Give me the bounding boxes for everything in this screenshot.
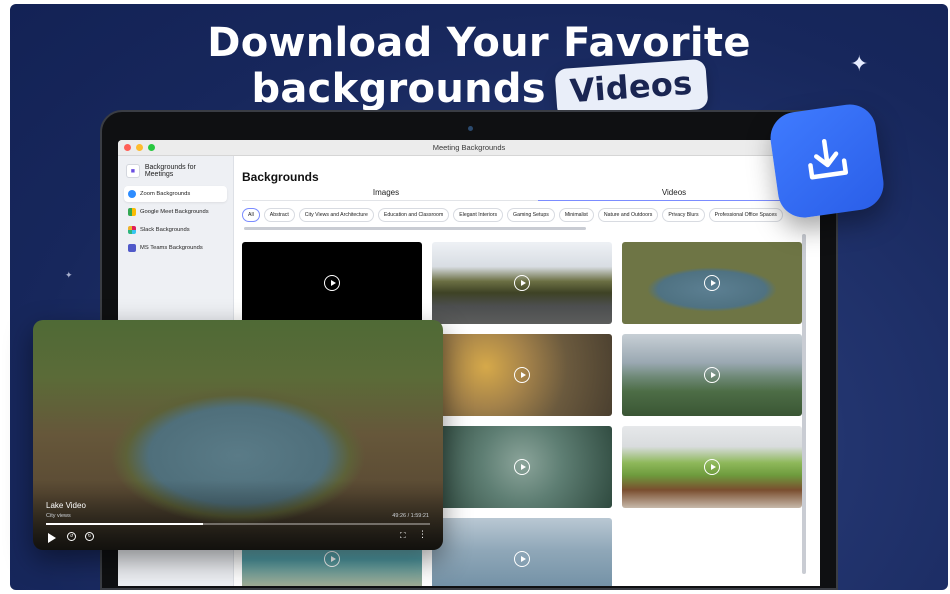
play-icon: [514, 275, 530, 291]
chip-elegant-interiors[interactable]: Elegant Interiors: [453, 208, 504, 222]
video-thumbnail[interactable]: [622, 334, 802, 416]
zoom-window-button[interactable]: [148, 144, 155, 151]
play-icon: [514, 551, 530, 567]
play-icon: [704, 275, 720, 291]
chip-privacy-blurs[interactable]: Privacy Blurs: [662, 208, 705, 222]
chip-minimalist[interactable]: Minimalist: [558, 208, 594, 222]
video-thumbnail[interactable]: [432, 518, 612, 586]
app-title: Backgrounds for Meetings: [144, 164, 196, 178]
window-title: Meeting Backgrounds: [432, 143, 506, 152]
sidebar-item-label: MS Teams Backgrounds: [140, 245, 203, 251]
play-icon: [514, 459, 530, 475]
sidebar-item-label: Slack Backgrounds: [140, 227, 190, 233]
video-thumbnail[interactable]: [242, 242, 422, 324]
video-thumbnail[interactable]: [432, 242, 612, 324]
fullscreen-icon[interactable]: ⛶: [400, 531, 406, 541]
close-window-button[interactable]: [124, 144, 131, 151]
teams-icon: [128, 244, 136, 252]
sidebar-item-slack[interactable]: Slack Backgrounds: [124, 222, 227, 238]
video-player[interactable]: Lake Video City views 49:26 / 1:59:21 ↺ …: [33, 320, 443, 550]
chip-city-views[interactable]: City Views and Architecture: [298, 208, 374, 222]
tab-videos[interactable]: Videos: [530, 187, 818, 201]
sidebar-item-google-meet[interactable]: Google Meet Backgrounds: [124, 204, 227, 220]
google-meet-icon: [128, 208, 136, 216]
page-title: Backgrounds: [242, 170, 319, 184]
play-icon: [704, 367, 720, 383]
minimize-window-button[interactable]: [136, 144, 143, 151]
sparkle-icon: ✦: [65, 271, 73, 281]
video-time: 49:26 / 1:59:21: [392, 513, 429, 519]
app-logo-icon: ■: [126, 164, 140, 178]
chip-gaming-setups[interactable]: Gaming Setups: [507, 208, 555, 222]
title-bar: Meeting Backgrounds: [118, 140, 820, 156]
video-thumbnail[interactable]: [432, 426, 612, 508]
chip-nature[interactable]: Nature and Outdoors: [597, 208, 659, 222]
play-icon: [514, 367, 530, 383]
more-icon[interactable]: ⋮: [418, 530, 427, 540]
sidebar-item-ms-teams[interactable]: MS Teams Backgrounds: [124, 240, 227, 256]
download-badge: [767, 101, 887, 221]
chip-education[interactable]: Education and Classroom: [377, 208, 450, 222]
video-thumbnail[interactable]: [622, 426, 802, 508]
download-icon: [808, 138, 849, 180]
sidebar-item-label: Zoom Backgrounds: [140, 191, 191, 197]
video-progress-bar[interactable]: [46, 523, 430, 525]
zoom-icon: [128, 190, 136, 198]
sidebar-item-label: Google Meet Backgrounds: [140, 209, 209, 215]
category-chips: All Abstract City Views and Architecture…: [242, 208, 812, 222]
media-tabs: Images Videos: [242, 187, 818, 201]
progress-fill: [46, 523, 204, 525]
camera-icon: [468, 126, 473, 131]
play-icon: [324, 551, 340, 567]
skip-forward-icon[interactable]: ↻: [85, 532, 94, 541]
play-icon: [704, 459, 720, 475]
chip-abstract[interactable]: Abstract: [263, 208, 295, 222]
video-title: Lake Video: [46, 501, 86, 510]
chip-office-spaces[interactable]: Professional Office Spaces: [708, 208, 783, 222]
sidebar-item-zoom[interactable]: Zoom Backgrounds: [124, 186, 227, 202]
video-thumbnail[interactable]: [432, 334, 612, 416]
app-header: ■ Backgrounds for Meetings: [118, 156, 233, 184]
headline: Download Your Favorite backgrounds Video…: [10, 20, 948, 120]
play-icon[interactable]: [48, 533, 56, 543]
headline-line-2: backgrounds: [251, 66, 546, 112]
skip-back-icon[interactable]: ↺: [67, 532, 76, 541]
play-icon: [324, 275, 340, 291]
horizontal-scrollbar[interactable]: [244, 227, 586, 230]
player-overlay: [33, 480, 443, 550]
slack-icon: [128, 226, 136, 234]
tab-images[interactable]: Images: [242, 187, 530, 200]
headline-line-1: Download Your Favorite: [207, 20, 751, 66]
video-thumbnail[interactable]: [622, 242, 802, 324]
video-subtitle: City views: [46, 513, 71, 519]
chip-all[interactable]: All: [242, 208, 260, 222]
vertical-scrollbar[interactable]: [802, 234, 806, 574]
